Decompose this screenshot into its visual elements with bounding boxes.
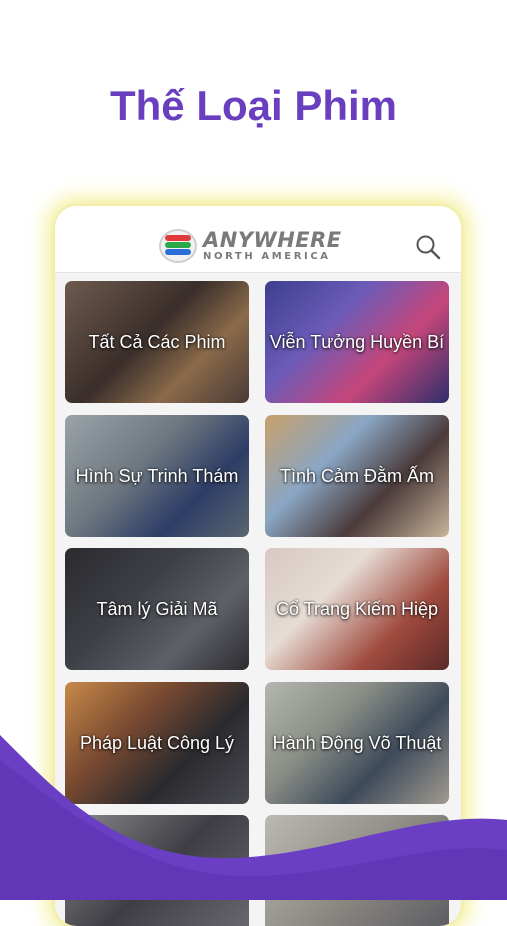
category-card-all[interactable]: Tất Cả Các Phim bbox=[65, 281, 249, 403]
category-card-fantasy[interactable]: Viễn Tưởng Huyền Bí bbox=[265, 281, 449, 403]
category-label: Viễn Tưởng Huyền Bí bbox=[269, 331, 445, 352]
category-label: Tình Cảm Đằm Ấm bbox=[279, 465, 435, 486]
logo-text: ANYWHERE NORTH AMERICA bbox=[203, 230, 342, 262]
search-button[interactable] bbox=[413, 232, 443, 262]
logo-emblem bbox=[159, 229, 197, 263]
category-label: Cổ Trang Kiếm Hiệp bbox=[275, 598, 439, 619]
page-headline: Thế Loại Phim bbox=[109, 82, 398, 129]
category-card-psychology[interactable]: Tâm lý Giải Mã bbox=[65, 548, 249, 670]
category-card-romance[interactable]: Tình Cảm Đằm Ấm bbox=[265, 415, 449, 537]
category-label: Tâm lý Giải Mã bbox=[96, 598, 218, 619]
app-logo[interactable]: ANYWHERE NORTH AMERICA bbox=[159, 228, 342, 264]
category-label: Tất Cả Các Phim bbox=[88, 331, 226, 352]
category-card-historical[interactable]: Cổ Trang Kiếm Hiệp bbox=[265, 548, 449, 670]
category-card-crime[interactable]: Hình Sự Trinh Thám bbox=[65, 415, 249, 537]
logo-main-text: ANYWHERE bbox=[203, 228, 342, 252]
search-icon bbox=[416, 235, 441, 260]
app-header: ANYWHERE NORTH AMERICA bbox=[55, 206, 461, 273]
purple-wave-decoration bbox=[0, 735, 507, 900]
logo-sub-text: NORTH AMERICA bbox=[203, 251, 331, 262]
category-label: Hình Sự Trinh Thám bbox=[75, 465, 239, 486]
